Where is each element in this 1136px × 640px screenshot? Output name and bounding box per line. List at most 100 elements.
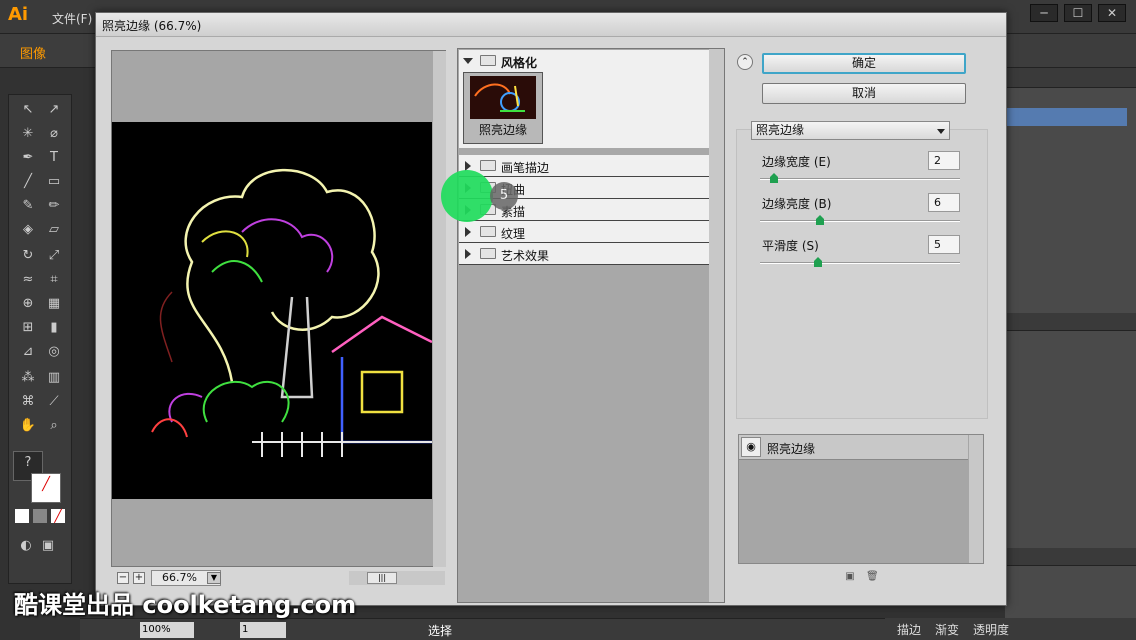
smoothness-input[interactable]: 5: [928, 235, 960, 254]
rectangle-tool-icon[interactable]: ▭: [43, 171, 65, 193]
eraser-tool-icon[interactable]: ▱: [43, 219, 65, 241]
effect-layer-label: 照亮边缘: [767, 442, 816, 456]
rotate-tool-icon[interactable]: ↻: [17, 245, 39, 267]
eye-icon[interactable]: ◉: [741, 437, 761, 457]
line-tool-icon[interactable]: ╱: [17, 171, 39, 193]
maximize-icon[interactable]: ☐: [1064, 4, 1092, 22]
free-transform-tool-icon[interactable]: ⌗: [43, 269, 65, 291]
watermark: 酷课堂出品 coolketang.com: [14, 591, 357, 619]
folder-icon: [480, 160, 496, 171]
tab-gradient[interactable]: 渐变: [935, 621, 959, 638]
pen-tool-icon[interactable]: ✒: [17, 147, 39, 169]
dropdown-arrow-icon: [937, 129, 945, 134]
eyedropper-tool-icon[interactable]: ⊿: [17, 341, 39, 363]
panel-strip: [1005, 548, 1136, 566]
category-brush-strokes[interactable]: 画笔描边: [459, 155, 709, 177]
edge-brightness-slider[interactable]: [760, 220, 960, 222]
blob-brush-tool-icon[interactable]: ◈: [17, 219, 39, 241]
selection-tool-icon[interactable]: ↖: [17, 99, 39, 121]
menu-file[interactable]: 文件(F): [52, 10, 92, 27]
expand-triangle-icon[interactable]: [465, 227, 471, 237]
symbol-sprayer-tool-icon[interactable]: ⁂: [17, 367, 39, 389]
zoom-in-icon[interactable]: +: [133, 572, 145, 584]
right-panels: [1005, 68, 1136, 618]
screen-mode-icon[interactable]: ▣: [37, 535, 59, 557]
tab-stroke[interactable]: 描边: [897, 621, 921, 638]
column-graph-tool-icon[interactable]: ▥: [43, 367, 65, 389]
scale-tool-icon[interactable]: ⤢: [43, 245, 65, 267]
dialog-title: 照亮边缘 (66.7%): [102, 19, 202, 33]
magic-wand-tool-icon[interactable]: ✳: [17, 123, 39, 145]
selected-layer-row[interactable]: [1005, 108, 1127, 126]
color-mode-icon[interactable]: [15, 509, 29, 523]
minimize-icon[interactable]: ─: [1030, 4, 1058, 22]
folder-icon: [480, 248, 496, 259]
edge-width-slider[interactable]: [760, 178, 960, 180]
direct-selection-tool-icon[interactable]: ↗: [43, 99, 65, 121]
slice-tool-icon[interactable]: ⟋: [43, 391, 65, 413]
thumbnail-label: 照亮边缘: [478, 123, 527, 137]
pencil-tool-icon[interactable]: ✏: [43, 195, 65, 217]
collapse-gallery-icon[interactable]: ⌃: [737, 54, 753, 70]
smoothness-slider[interactable]: [760, 262, 960, 264]
close-icon[interactable]: ✕: [1098, 4, 1126, 22]
effect-layer-row[interactable]: ◉ 照亮边缘: [739, 435, 968, 460]
screen: Ai 文件(F) ─ ☐ ✕ 图像 ↖ ↗ ✳ ⌀ ✒ T ╱ ▭ ✎ ✏ ◈ …: [0, 0, 1136, 640]
preview-area[interactable]: [111, 50, 446, 567]
expand-triangle-icon[interactable]: [465, 249, 471, 259]
stroke-swatch-icon[interactable]: ╱: [31, 473, 61, 503]
blend-tool-icon[interactable]: ◎: [43, 341, 65, 363]
layers-scrollbar[interactable]: [969, 435, 983, 563]
none-mode-icon[interactable]: ╱: [51, 509, 65, 523]
artboard-tool-icon[interactable]: ⌘: [17, 391, 39, 413]
edge-width-input[interactable]: 2: [928, 151, 960, 170]
mesh-tool-icon[interactable]: ⊞: [17, 317, 39, 339]
status-zoom-field[interactable]: 100%: [140, 622, 194, 638]
preview-horizontal-scrollbar[interactable]: |||: [349, 571, 445, 585]
folder-icon: [480, 55, 496, 66]
zoom-dropdown-icon[interactable]: ▼: [207, 572, 221, 584]
smoothness-label: 平滑度 (S): [762, 239, 819, 253]
category-label[interactable]: 风格化: [501, 54, 537, 71]
type-tool-icon[interactable]: T: [43, 147, 65, 169]
shape-builder-tool-icon[interactable]: ⊕: [17, 293, 39, 315]
edge-brightness-input[interactable]: 6: [928, 193, 960, 212]
layer-actions: ▣ 🗑: [844, 571, 878, 583]
collapse-triangle-icon[interactable]: [463, 58, 473, 64]
dialog-titlebar[interactable]: 照亮边缘 (66.7%): [96, 13, 1006, 37]
paintbrush-tool-icon[interactable]: ✎: [17, 195, 39, 217]
category-texture[interactable]: 纹理: [459, 221, 709, 243]
new-effect-layer-icon[interactable]: ▣: [844, 571, 856, 583]
edge-width-label: 边缘宽度 (E): [762, 155, 831, 169]
ok-button[interactable]: 确定: [762, 53, 966, 74]
preview-vertical-scrollbar[interactable]: [433, 51, 446, 567]
glowing-edges-artwork: [151, 168, 432, 457]
gradient-mode-icon[interactable]: [33, 509, 47, 523]
status-tool-label: 选择: [428, 624, 453, 638]
lasso-tool-icon[interactable]: ⌀: [43, 123, 65, 145]
cursor-highlight: [441, 170, 493, 222]
hand-tool-icon[interactable]: ✋: [17, 415, 39, 437]
filter-thumbnail-glowing-edges[interactable]: 照亮边缘: [463, 72, 543, 144]
draw-mode-icon[interactable]: ◐: [15, 535, 37, 557]
control-bar-label: 图像: [20, 47, 47, 62]
filter-select[interactable]: 照亮边缘: [751, 121, 950, 140]
cancel-button[interactable]: 取消: [762, 83, 966, 104]
delete-effect-layer-icon[interactable]: 🗑: [866, 571, 879, 583]
warp-tool-icon[interactable]: ≈: [17, 269, 39, 291]
tools-panel: ↖ ↗ ✳ ⌀ ✒ T ╱ ▭ ✎ ✏ ◈ ▱ ↻ ⤢ ≈ ⌗ ⊕ ▦ ⊞ ▮ …: [8, 94, 72, 584]
scrollbar-thumb[interactable]: |||: [367, 572, 397, 584]
window-controls: ─ ☐ ✕: [1030, 4, 1126, 22]
filter-list-scrollbar[interactable]: [709, 49, 724, 602]
filter-gallery-dialog: 照亮边缘 (66.7%) − + 66.7% ▼ ||| 风格化 照亮边缘 画笔…: [95, 12, 1007, 606]
perspective-grid-tool-icon[interactable]: ▦: [43, 293, 65, 315]
gradient-tool-icon[interactable]: ▮: [43, 317, 65, 339]
zoom-out-icon[interactable]: −: [117, 572, 129, 584]
filter-options-panel: [736, 129, 988, 419]
preview-image: [112, 122, 432, 499]
filter-select-value: 照亮边缘: [756, 123, 805, 137]
zoom-tool-icon[interactable]: ⌕: [43, 415, 65, 437]
status-page-field[interactable]: 1: [240, 622, 286, 638]
tab-transparency[interactable]: 透明度: [973, 621, 1009, 638]
category-artistic[interactable]: 艺术效果: [459, 243, 709, 265]
